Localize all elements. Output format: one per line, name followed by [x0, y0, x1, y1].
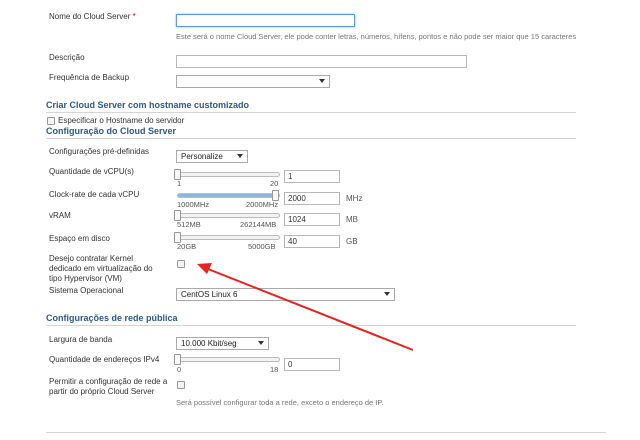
arrow-head	[197, 263, 212, 274]
annotation-arrow	[197, 263, 414, 351]
arrow-shaft	[207, 268, 414, 351]
